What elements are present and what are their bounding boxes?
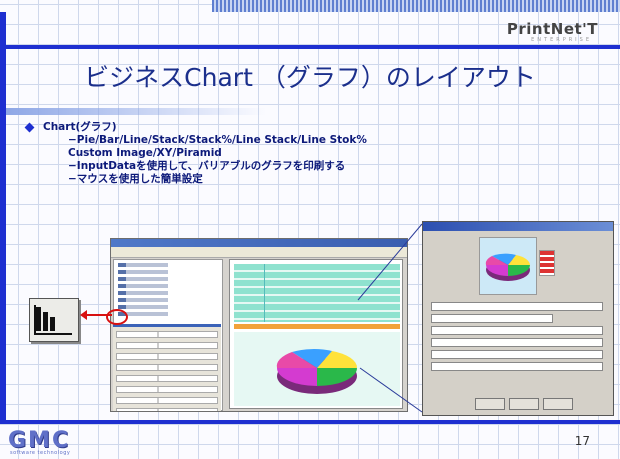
slide: PrintNet'T ENTERPRISE ビジネスChart （グラフ）のレイ…: [0, 0, 620, 459]
arrow-left-icon: [80, 310, 87, 320]
page-number: 17: [574, 434, 590, 448]
bar-chart-icon[interactable]: [29, 298, 79, 342]
gmc-logo-subtext: software technology: [10, 450, 71, 456]
callout-lines: [357, 223, 423, 413]
highlight-circle: [106, 309, 128, 325]
